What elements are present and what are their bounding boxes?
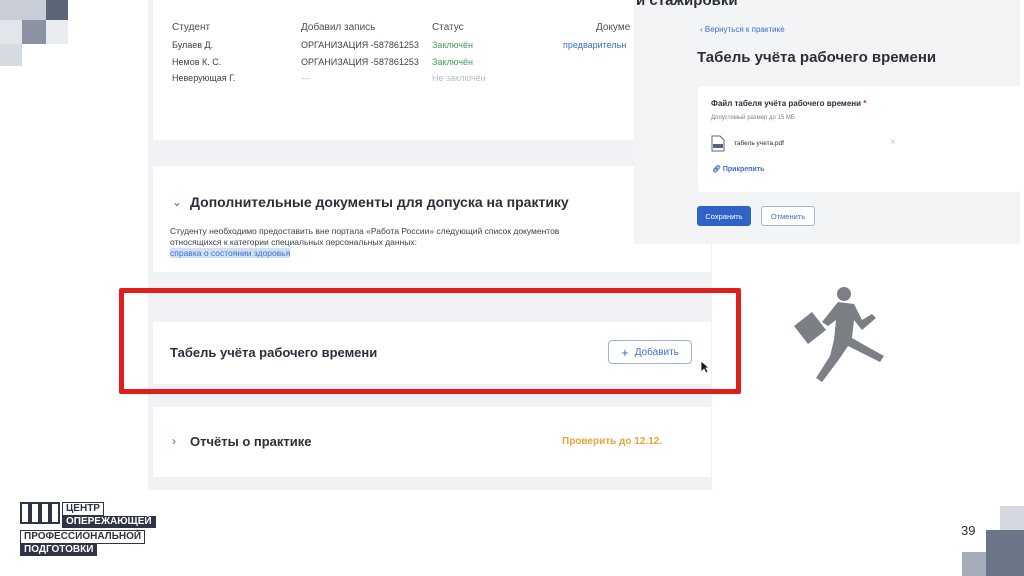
cancel-button[interactable]: Отменить (761, 206, 815, 226)
running-businessman-icon (794, 287, 884, 382)
back-to-practice-link[interactable]: ‹ Вернуться к практике (700, 25, 785, 34)
logo-line-2: ОПЕРЕЖАЮЩЕЙ (62, 516, 156, 528)
file-field-label: Файл табеля учёта рабочего времени * (711, 99, 866, 108)
column-header-student: Студент (172, 22, 211, 33)
slide-page-number: 39 (961, 523, 976, 538)
column-header-document: Докуме (596, 22, 631, 33)
chevron-right-icon[interactable]: › (172, 434, 176, 448)
pdf-file-icon (711, 135, 725, 152)
required-mark: * (863, 99, 867, 108)
column-header-status: Статус (432, 22, 464, 33)
size-hint: Допустимый размер до 15 МБ (711, 115, 795, 121)
cell-student: Неверующая Г. (172, 73, 236, 83)
panel-top-text: и стажировки (636, 0, 738, 9)
column-header-added-by: Добавил запись (301, 22, 376, 33)
logo-line-3: ПРОФЕССИОНАЛЬНОЙ (20, 530, 146, 544)
attach-link-label: Прикрепить (722, 166, 765, 173)
cell-added-by: ОРГАНИЗАЦИЯ -587861253 (301, 57, 419, 67)
logo-line-1: ЦЕНТР (62, 502, 104, 516)
reports-title[interactable]: Отчёты о практике (190, 434, 312, 449)
save-button[interactable]: Сохранить (697, 206, 751, 226)
cell-document-link[interactable]: предварительн (563, 40, 626, 50)
attach-link[interactable]: 🔗︎ Прикрепить (712, 165, 764, 173)
cell-status: Заключён (432, 40, 473, 50)
cell-status: Заключён (432, 57, 473, 67)
panel-title: Табель учёта рабочего времени (697, 49, 937, 66)
extra-documents-text: Студенту необходимо предоставить вне пор… (170, 226, 635, 259)
center-logo-icon (20, 502, 60, 524)
health-certificate-link[interactable]: справка о состоянии здоровья (170, 248, 291, 258)
logo-line-4: ПОДГОТОВКИ (20, 544, 98, 556)
back-link-label: Вернуться к практике (704, 25, 785, 34)
cell-student: Булаев Д. (172, 40, 214, 50)
paperclip-icon: 🔗︎ (712, 166, 721, 173)
extra-documents-text-line: Студенту необходимо предоставить вне пор… (170, 226, 560, 236)
cell-status: Не заключён (432, 73, 486, 83)
cell-added-by: ОРГАНИЗАЦИЯ -587861253 (301, 40, 419, 50)
chevron-down-icon[interactable]: ⌄ (172, 195, 182, 209)
contracts-table-card (153, 0, 651, 140)
uploaded-file-name[interactable]: табель учета.pdf (734, 140, 784, 147)
close-icon[interactable]: × (890, 137, 896, 148)
file-field-label-text: Файл табеля учёта рабочего времени (711, 99, 862, 108)
highlight-frame (119, 288, 741, 394)
cell-added-by: — (301, 73, 310, 83)
extra-documents-title[interactable]: Дополнительные документы для допуска на … (190, 194, 569, 210)
extra-documents-text-line: относящихся к категории специальных перс… (170, 237, 417, 247)
cell-student: Немов К. С. (172, 57, 222, 67)
reports-status: Проверить до 12.12. (562, 436, 663, 447)
